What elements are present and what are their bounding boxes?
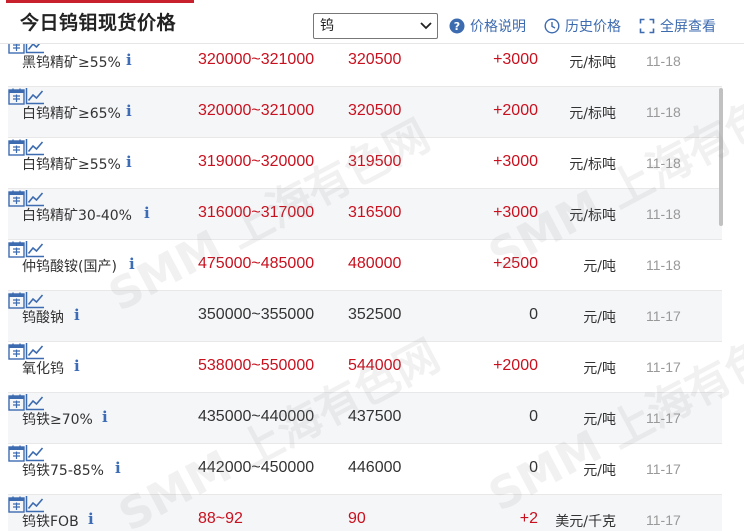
average-price: 320500 — [348, 51, 402, 68]
price-range: 435000~440000 — [198, 408, 315, 425]
price-unit: 元/吨 — [583, 361, 616, 377]
product-name: 氧化钨 — [22, 361, 64, 377]
price-unit: 元/标吨 — [569, 106, 616, 122]
price-range: 319000~320000 — [198, 153, 315, 170]
price-change: 0 — [529, 459, 538, 476]
price-unit: 元/吨 — [583, 310, 616, 326]
history-price-label: 历史价格 — [565, 19, 621, 35]
info-icon[interactable]: i — [126, 102, 132, 120]
price-range: 320000~321000 — [198, 51, 315, 68]
question-circle-icon: ? — [449, 18, 465, 34]
price-range: 88~92 — [198, 510, 243, 527]
product-name: 白钨精矿≥65% — [22, 106, 121, 122]
price-explanation-link[interactable]: ? 价格说明 — [449, 14, 526, 38]
fullscreen-link[interactable]: 全屏查看 — [639, 14, 716, 38]
metal-select[interactable]: 钨 — [313, 13, 438, 39]
average-price: 316500 — [348, 204, 402, 221]
chevron-down-icon — [420, 22, 432, 30]
price-change: 0 — [529, 408, 538, 425]
price-date: 11-17 — [646, 461, 681, 477]
average-price: 446000 — [348, 459, 402, 476]
price-range: 475000~485000 — [198, 255, 315, 272]
price-explanation-label: 价格说明 — [470, 19, 526, 35]
info-icon[interactable]: i — [74, 306, 80, 324]
price-date: 11-18 — [646, 257, 681, 273]
info-icon[interactable]: i — [74, 357, 80, 375]
average-price: 320500 — [348, 102, 402, 119]
table-row[interactable]: 钨铁75-85% i 442000~450000 446000 0 元/吨 11-17 — [8, 444, 722, 495]
price-change: 0 — [529, 306, 538, 323]
fullscreen-icon — [639, 18, 655, 34]
average-price: 90 — [348, 510, 366, 527]
product-name: 钨铁75-85% — [22, 463, 104, 479]
info-icon[interactable]: i — [126, 51, 132, 69]
price-unit: 元/吨 — [583, 412, 616, 428]
price-unit: 元/标吨 — [569, 208, 616, 224]
scrollbar-thumb[interactable] — [719, 88, 723, 226]
clock-icon — [544, 18, 560, 34]
table-row[interactable]: 白钨精矿30-40% i 316000~317000 316500 +3000 元/标吨 1… — [8, 189, 722, 240]
average-price: 352500 — [348, 306, 402, 323]
average-price: 319500 — [348, 153, 402, 170]
info-icon[interactable]: i — [144, 204, 150, 222]
info-icon[interactable]: i — [88, 510, 94, 528]
price-change: +2500 — [493, 255, 538, 272]
info-icon[interactable]: i — [126, 153, 132, 171]
price-change: +2000 — [493, 357, 538, 374]
product-name: 钨铁≥70% — [22, 412, 93, 428]
price-date: 11-17 — [646, 359, 681, 375]
table-row[interactable]: 仲钨酸铵(国产) i 475000~485000 480000 +2500 元/吨 11-1… — [8, 240, 722, 291]
price-range: 320000~321000 — [198, 102, 315, 119]
price-date: 11-17 — [646, 512, 681, 528]
product-name: 钨铁FOB — [22, 514, 79, 530]
price-unit: 元/标吨 — [569, 55, 616, 71]
price-unit: 元/吨 — [583, 259, 616, 275]
product-name: 白钨精矿≥55% — [22, 157, 121, 173]
average-price: 544000 — [348, 357, 402, 374]
history-price-link[interactable]: 历史价格 — [544, 14, 621, 38]
price-range: 350000~355000 — [198, 306, 315, 323]
price-date: 11-17 — [646, 308, 681, 324]
product-name: 黑钨精矿≥55% — [22, 55, 121, 71]
price-unit: 美元/千克 — [555, 514, 616, 530]
metal-select-value: 钨 — [320, 18, 334, 34]
average-price: 437500 — [348, 408, 402, 425]
price-change: +3000 — [493, 51, 538, 68]
product-name: 仲钨酸铵(国产) — [22, 259, 117, 275]
page-title: 今日钨钼现货价格 — [6, 0, 194, 44]
table-row[interactable]: 氧化钨 i 538000~550000 544000 +2000 元/吨 11-17 — [8, 342, 722, 393]
price-date: 11-18 — [646, 155, 681, 171]
fullscreen-label: 全屏查看 — [660, 19, 716, 35]
price-unit: 元/吨 — [583, 463, 616, 479]
table-row[interactable]: 黑钨精矿≥55% i 320000~321000 320500 +3000 元/标吨 11-… — [8, 44, 722, 87]
table-row[interactable]: 钨酸钠 i 350000~355000 352500 0 元/吨 11-17 — [8, 291, 722, 342]
price-date: 11-18 — [646, 206, 681, 222]
table-row[interactable]: 钨铁≥70% i 435000~440000 437500 0 元/吨 11-17 — [8, 393, 722, 444]
price-change: +2000 — [493, 102, 538, 119]
table-row[interactable]: 钨铁FOB i 88~92 90 +2 美元/千克 11-17 — [8, 495, 722, 531]
price-unit: 元/标吨 — [569, 157, 616, 173]
price-range: 442000~450000 — [198, 459, 315, 476]
table-row[interactable]: 白钨精矿≥55% i 319000~320000 319500 +3000 元/标吨 11-… — [8, 138, 722, 189]
price-range: 316000~317000 — [198, 204, 315, 221]
price-change: +3000 — [493, 204, 538, 221]
price-range: 538000~550000 — [198, 357, 315, 374]
info-icon[interactable]: i — [102, 408, 108, 426]
product-name: 白钨精矿30-40% — [22, 208, 132, 224]
average-price: 480000 — [348, 255, 402, 272]
scrollbar-track[interactable] — [722, 44, 744, 531]
price-table: 黑钨精矿≥55% i 320000~321000 320500 +3000 元/标吨 11-… — [0, 44, 722, 531]
price-date: 11-17 — [646, 410, 681, 426]
product-name: 钨酸钠 — [22, 310, 64, 326]
price-date: 11-18 — [646, 53, 681, 69]
info-icon[interactable]: i — [129, 255, 135, 273]
price-date: 11-18 — [646, 104, 681, 120]
price-change: +2 — [519, 510, 538, 527]
header-bar: 今日钨钼现货价格 钨 ? 价格说明 历史价格 全屏查看 — [0, 0, 744, 44]
price-change: +3000 — [493, 153, 538, 170]
svg-text:?: ? — [454, 20, 460, 33]
table-row[interactable]: 白钨精矿≥65% i 320000~321000 320500 +2000 元/标吨 11-… — [8, 87, 722, 138]
info-icon[interactable]: i — [115, 459, 121, 477]
